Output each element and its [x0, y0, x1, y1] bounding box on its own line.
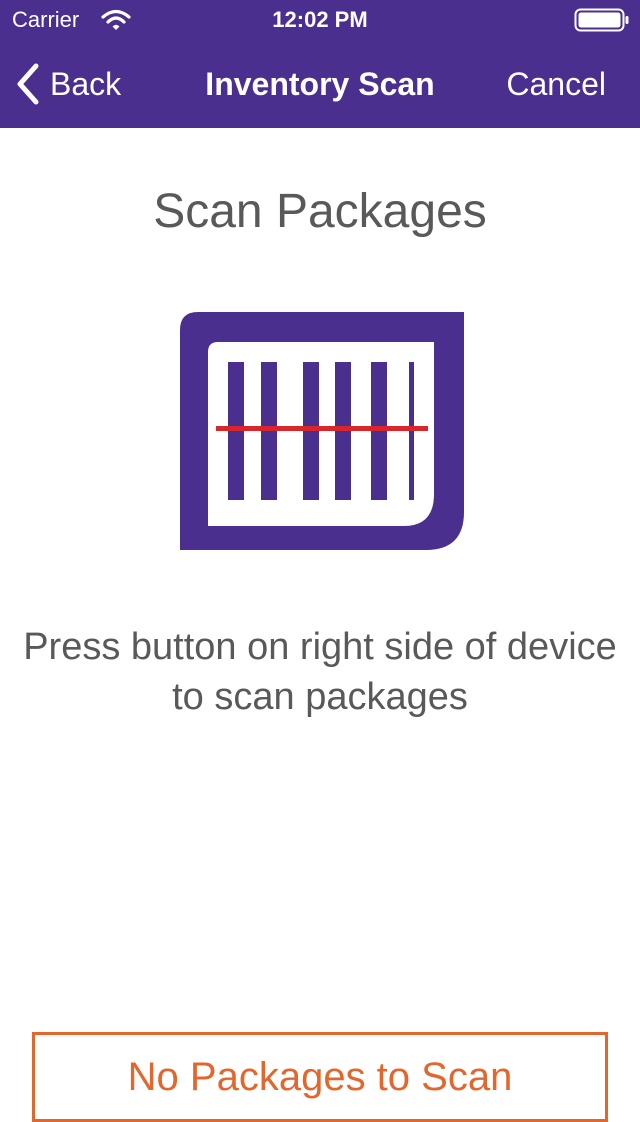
status-time: 12:02 PM — [272, 7, 368, 32]
navigation-bar: Back Inventory Scan Cancel — [0, 40, 640, 128]
battery-icon — [574, 8, 629, 32]
scan-heading: Scan Packages — [153, 185, 487, 238]
barcode-scanner-icon — [180, 312, 464, 550]
no-packages-button[interactable]: No Packages to Scan — [32, 1032, 608, 1122]
cancel-button[interactable]: Cancel — [506, 62, 606, 106]
status-bar: Carrier 12:02 PM — [0, 0, 640, 40]
top-bar: Carrier 12:02 PM Back Inventory Scan Can… — [0, 0, 640, 128]
scan-instructions: Press button on right side of device to … — [23, 626, 617, 718]
